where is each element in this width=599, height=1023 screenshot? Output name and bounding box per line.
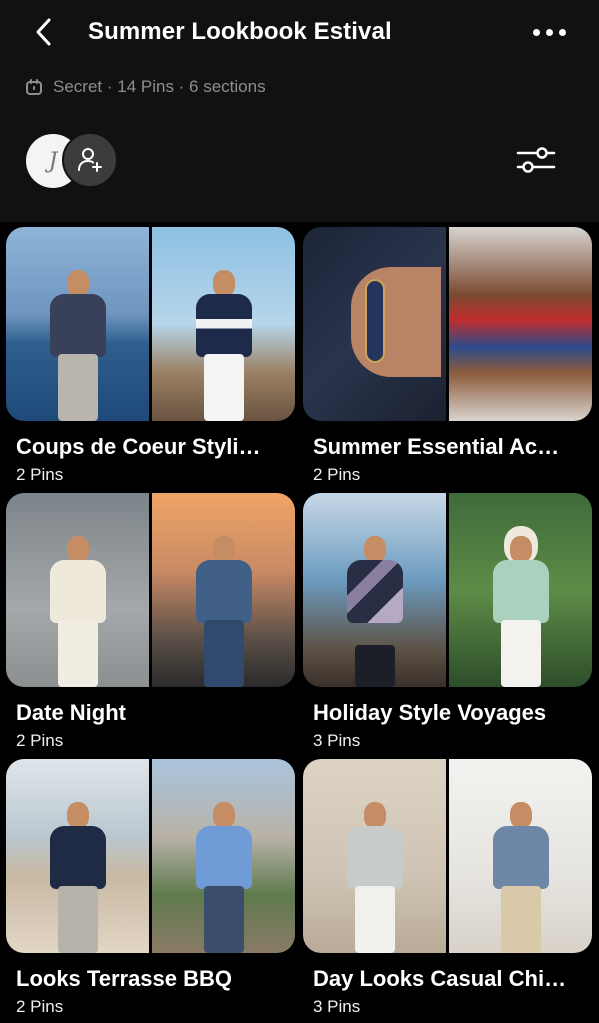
board-section-pin-count: 3 Pins xyxy=(313,731,361,750)
board-section-title: Looks Terrasse BBQ xyxy=(16,966,233,991)
sliders-icon xyxy=(516,147,556,173)
more-dot-icon xyxy=(532,28,540,36)
pin-thumbnail xyxy=(6,759,149,953)
pin-thumbnail xyxy=(303,759,446,953)
avatar-initial: J xyxy=(48,148,58,174)
person-add-icon xyxy=(78,148,102,172)
board-cover xyxy=(303,227,592,421)
add-collaborator-button[interactable] xyxy=(62,132,118,188)
board-section-pin-count: 2 Pins xyxy=(16,465,64,484)
board-section-title: Coups de Coeur Styli… xyxy=(16,434,261,459)
pin-thumbnail xyxy=(449,227,592,421)
board-section-pin-count: 2 Pins xyxy=(16,731,64,750)
board-section-title: Date Night xyxy=(16,700,126,725)
chevron-left-icon xyxy=(36,18,51,46)
pin-thumbnail xyxy=(152,227,295,421)
pin-thumbnail xyxy=(152,493,295,687)
board-meta: Secret · 14 Pins · 6 sections xyxy=(25,76,266,98)
board-section-title: Holiday Style Voyages xyxy=(313,700,547,725)
board-section-pin-count: 3 Pins xyxy=(313,997,361,1016)
more-options-button[interactable] xyxy=(526,18,572,46)
board-cover xyxy=(6,759,295,953)
pin-thumbnail xyxy=(449,493,592,687)
pin-thumbnail xyxy=(6,227,149,421)
board-section-pin-count: 2 Pins xyxy=(313,465,361,484)
pin-thumbnail xyxy=(303,227,446,421)
board-section-title: Day Looks Casual Chi… xyxy=(313,966,567,991)
board-cover xyxy=(303,759,592,953)
board-meta-text: Secret · 14 Pins · 6 sections xyxy=(53,77,266,96)
more-dot-icon xyxy=(558,28,566,36)
pin-thumbnail xyxy=(303,493,446,687)
lock-icon xyxy=(26,79,42,95)
board-section-title: Summer Essential Ac… xyxy=(313,434,560,459)
filter-button[interactable] xyxy=(514,142,558,178)
back-button[interactable] xyxy=(28,14,58,50)
board-title: Summer Lookbook Estival xyxy=(88,18,392,45)
pin-thumbnail xyxy=(152,759,295,953)
board-section-pin-count: 2 Pins xyxy=(16,997,64,1016)
board-header: Summer Lookbook Estival Secret · 14 Pins… xyxy=(0,0,599,222)
pin-thumbnail xyxy=(6,493,149,687)
pin-thumbnail xyxy=(449,759,592,953)
board-cover xyxy=(6,227,295,421)
board-cover xyxy=(6,493,295,687)
more-dot-icon xyxy=(545,28,553,36)
board-cover xyxy=(303,493,592,687)
